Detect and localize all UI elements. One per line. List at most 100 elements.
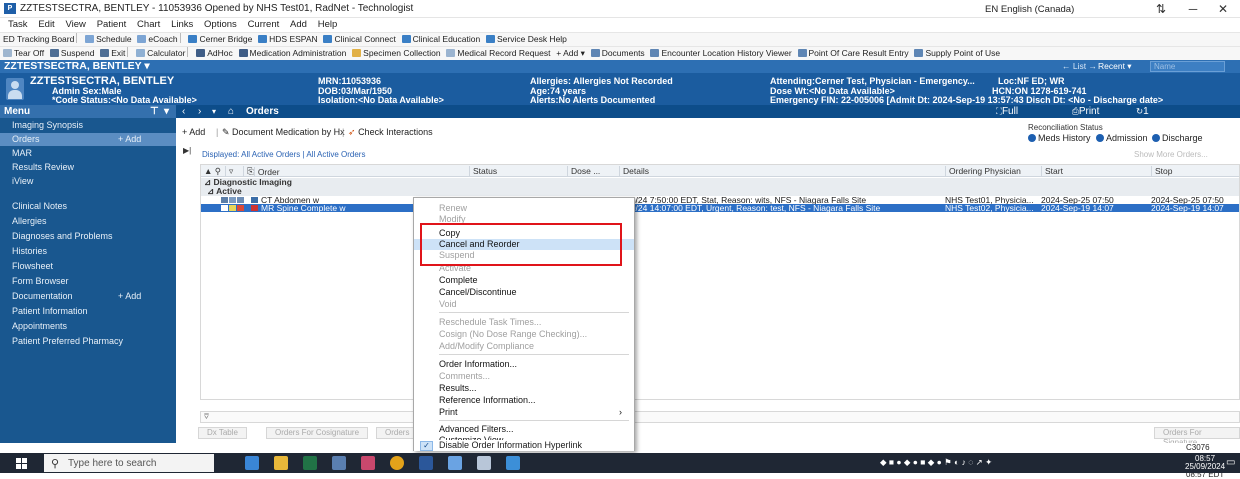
- menu-current[interactable]: Current: [248, 18, 280, 32]
- menu-item-comments[interactable]: Comments...: [414, 371, 634, 382]
- check-interactions-button[interactable]: ➶ Check Interactions: [348, 127, 433, 138]
- file-explorer-icon[interactable]: [274, 456, 288, 470]
- tb-ed-tracking[interactable]: ED Tracking Board: [3, 33, 74, 46]
- menu-item-results[interactable]: Results...: [414, 383, 634, 394]
- tb-calculator[interactable]: Calculator: [136, 47, 185, 60]
- order-name[interactable]: MR Spine Complete w: [261, 204, 346, 213]
- tb-supply-point[interactable]: Supply Point of Use: [914, 47, 1000, 60]
- recent-button[interactable]: Recent ▾: [1098, 61, 1132, 72]
- windows-start-icon[interactable]: [16, 458, 27, 469]
- meds-history-button[interactable]: Meds History: [1028, 133, 1091, 143]
- app-icon-2[interactable]: [361, 456, 375, 470]
- name-search-input[interactable]: Name: [1150, 61, 1225, 72]
- app-icon-1[interactable]: [332, 456, 346, 470]
- menu-item-renew[interactable]: Renew: [414, 203, 634, 214]
- tb-encounter-history[interactable]: Encounter Location History Viewer: [650, 47, 792, 60]
- notification-icon[interactable]: ▭: [1226, 457, 1235, 468]
- menu-item-cancel-discontinue[interactable]: Cancel/Discontinue: [414, 287, 634, 298]
- col-details[interactable]: Details: [619, 166, 649, 176]
- menu-edit[interactable]: Edit: [38, 18, 54, 32]
- excel-icon[interactable]: [303, 456, 317, 470]
- col-order-name[interactable]: ⎘ Order Name: [243, 166, 281, 187]
- nav-preferred-pharmacy[interactable]: Patient Preferred Pharmacy: [0, 335, 176, 348]
- app-icon-3[interactable]: [448, 456, 462, 470]
- nav-results-review[interactable]: Results Review: [0, 161, 176, 174]
- menu-view[interactable]: View: [65, 18, 85, 32]
- show-more-orders[interactable]: Show More Orders...: [1134, 150, 1208, 159]
- menu-add[interactable]: Add: [290, 18, 307, 32]
- tb-specimen[interactable]: Specimen Collection: [352, 47, 441, 60]
- menu-patient[interactable]: Patient: [97, 18, 127, 32]
- menu-options[interactable]: Options: [204, 18, 237, 32]
- col-dose[interactable]: Dose ...: [567, 166, 600, 176]
- close-icon[interactable]: ✕: [1212, 1, 1234, 17]
- word-icon[interactable]: [419, 456, 433, 470]
- nav-histories[interactable]: Histories: [0, 245, 176, 258]
- patient-tab-name[interactable]: ZZTESTSECTRA, BENTLEY ▾: [4, 60, 150, 73]
- table-row[interactable]: MR Spine Complete w 9/19/24 14:07:00 EDT…: [201, 204, 1239, 212]
- tb-clinical-connect[interactable]: Clinical Connect: [323, 33, 396, 46]
- tb-adhoc[interactable]: AdHoc: [196, 47, 233, 60]
- forward-icon[interactable]: ›: [198, 105, 201, 118]
- tb-tear-off[interactable]: Tear Off: [3, 47, 44, 60]
- menu-task[interactable]: Task: [8, 18, 28, 32]
- col-ordering-physician[interactable]: Ordering Physician: [945, 166, 1021, 176]
- nav-imaging-synopsis[interactable]: Imaging Synopsis: [0, 119, 176, 132]
- list-button[interactable]: ← List →: [1062, 61, 1097, 71]
- menu-chart[interactable]: Chart: [137, 18, 160, 32]
- tb-add[interactable]: + Add ▾: [556, 47, 585, 60]
- add-order-button[interactable]: + Add: [182, 127, 205, 137]
- collapse-icon[interactable]: ▾: [164, 105, 169, 118]
- tb-hds-espan[interactable]: HDS ESPAN: [258, 33, 318, 46]
- dropdown-icon[interactable]: ⇅: [1150, 1, 1172, 17]
- nav-documentation[interactable]: Documentation + Add: [0, 290, 176, 303]
- chrome-icon[interactable]: [390, 456, 404, 470]
- nav-allergies[interactable]: Allergies: [0, 215, 176, 228]
- nav-appointments[interactable]: Appointments: [0, 320, 176, 333]
- tb-exit[interactable]: Exit: [100, 47, 125, 60]
- system-tray-icons[interactable]: ◆ ■ ● ◆ ● ■ ◆ ● ⚑ ◐ ♪ ◌ ↗ ✦: [880, 457, 992, 468]
- dropdown-arrow-icon[interactable]: ▾: [212, 105, 216, 118]
- col-status[interactable]: Status: [469, 166, 497, 176]
- menu-item-reference-information[interactable]: Reference Information...: [414, 395, 634, 406]
- menu-item-reschedule[interactable]: Reschedule Task Times...: [414, 317, 634, 328]
- menu-item-disable-hyperlink[interactable]: ✓ Disable Order Information Hyperlink: [414, 440, 634, 451]
- expand-icon[interactable]: ▶|: [183, 146, 191, 155]
- full-screen-button[interactable]: ⛶ Full screen: [996, 105, 1032, 130]
- discharge-button[interactable]: Discharge: [1152, 133, 1203, 143]
- print-button[interactable]: ⎙ Print: [1072, 105, 1099, 118]
- nav-mar[interactable]: MAR: [0, 147, 176, 160]
- tb-poc-result[interactable]: Point Of Care Result Entry: [797, 47, 909, 60]
- tb-documents[interactable]: Documents: [590, 47, 645, 60]
- home-icon[interactable]: ⌂: [228, 105, 234, 118]
- orders-for-signature-button[interactable]: Orders For Signature: [1154, 427, 1240, 447]
- sort-icon[interactable]: ▲ ⚲: [201, 166, 221, 176]
- tb-med-record[interactable]: Medical Record Request: [446, 47, 551, 60]
- tb-clinical-education[interactable]: Clinical Education: [401, 33, 480, 46]
- orders-for-cosignature-button[interactable]: Orders For Cosignature: [266, 427, 369, 439]
- back-icon[interactable]: ‹: [182, 105, 185, 118]
- refresh-button[interactable]: ↻ 1 minutes ago: [1136, 105, 1178, 143]
- menu-links[interactable]: Links: [171, 18, 193, 32]
- nav-orders-add[interactable]: + Add: [118, 133, 141, 146]
- nav-diagnoses[interactable]: Diagnoses and Problems: [0, 230, 176, 243]
- taskbar-search[interactable]: ⚲ Type here to search: [44, 454, 214, 472]
- tb-service-desk[interactable]: Service Desk Help: [486, 33, 567, 46]
- col-start[interactable]: Start: [1041, 166, 1063, 176]
- nav-form-browser[interactable]: Form Browser: [0, 275, 176, 288]
- nav-clinical-notes[interactable]: Clinical Notes: [0, 200, 176, 213]
- collapse-detail-icon[interactable]: ⩢: [204, 412, 209, 422]
- menu-item-print[interactable]: Print ›: [414, 407, 634, 418]
- pin-icon[interactable]: ⊤: [150, 105, 159, 118]
- app-icon-5[interactable]: [506, 456, 520, 470]
- nav-orders[interactable]: Orders + Add: [0, 133, 176, 146]
- menu-item-cosign[interactable]: Cosign (No Dose Range Checking)...: [414, 329, 634, 340]
- language-indicator[interactable]: EN English (Canada): [985, 4, 1074, 15]
- admission-button[interactable]: Admission: [1096, 133, 1148, 143]
- document-medication-button[interactable]: ✎ Document Medication by Hx: [222, 127, 345, 138]
- dx-table-button[interactable]: Dx Table: [198, 427, 247, 439]
- menu-item-compliance[interactable]: Add/Modify Compliance: [414, 341, 634, 352]
- menu-item-void[interactable]: Void: [414, 299, 634, 310]
- menu-item-advanced-filters[interactable]: Advanced Filters...: [414, 424, 634, 435]
- menu-help[interactable]: Help: [318, 18, 338, 32]
